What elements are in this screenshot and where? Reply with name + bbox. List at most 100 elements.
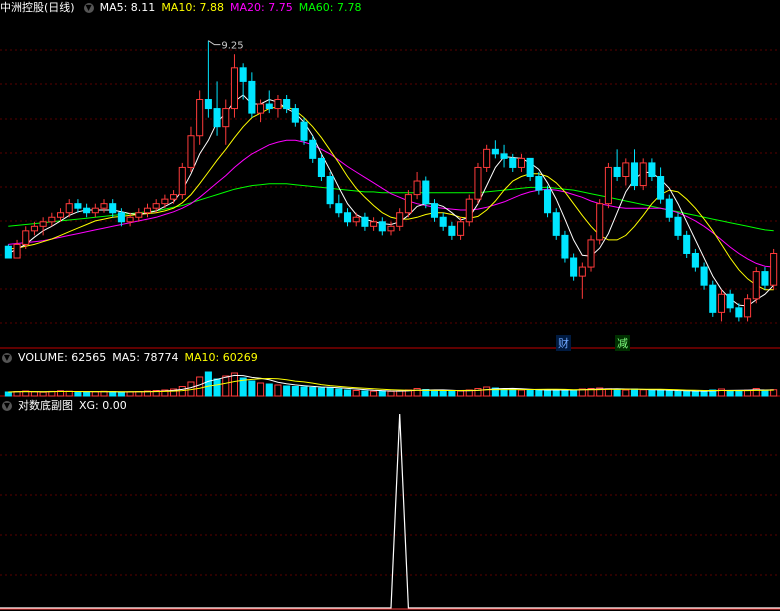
volume-bar [196, 376, 204, 397]
dropdown-icon[interactable]: ▼ [83, 3, 94, 13]
candle-body [422, 180, 430, 205]
volume-bar [265, 383, 273, 397]
volume-bar [126, 391, 134, 397]
volume-bar [613, 389, 621, 397]
candle-body [283, 99, 291, 110]
stock-title: 中洲控股(日线) [0, 1, 75, 14]
candle-body [465, 198, 473, 223]
volume-layer [4, 371, 778, 397]
candle-body [517, 157, 525, 168]
candle-body [596, 203, 604, 241]
candle-body [543, 189, 552, 214]
volume-bar [543, 389, 552, 397]
volume-bar [657, 390, 665, 397]
candle-body [691, 252, 699, 268]
volume-bar [300, 386, 308, 397]
candle-body [143, 207, 152, 214]
candle-body [665, 198, 673, 218]
candle-body [648, 162, 656, 178]
ma-lines [8, 94, 775, 307]
candle-body [630, 162, 639, 187]
grid-layer [0, 49, 780, 576]
candle-body [396, 212, 404, 227]
candle-body [457, 221, 465, 236]
ma60-label: MA60: 7.78 [298, 1, 362, 14]
reduction-marker[interactable]: 减 [615, 335, 630, 351]
volume-bar [74, 391, 82, 397]
candle-body [552, 212, 560, 236]
candle-body [500, 153, 508, 159]
candle-body [317, 157, 325, 177]
volume-bar [630, 388, 639, 397]
candle-body [170, 194, 178, 200]
finance-marker[interactable]: 财 [556, 335, 571, 351]
volume-bar [213, 378, 221, 397]
candle-body [761, 271, 769, 286]
volume-bar [483, 386, 491, 397]
candle-body [622, 162, 630, 178]
candle-body [204, 99, 212, 110]
indicator-legend: ▼ 对数底副图 XG: 0.00 [0, 398, 133, 414]
dropdown-icon[interactable]: ▼ [2, 353, 12, 363]
volume-bar [248, 380, 256, 397]
volume-bar [674, 390, 682, 397]
ma5-label: MA5: 8.11 [99, 1, 156, 14]
candle-body [4, 245, 12, 259]
volume-bar [726, 390, 734, 397]
volume-bar [735, 390, 743, 397]
candle-body [770, 252, 778, 286]
candle-body [309, 139, 317, 159]
candle-body [126, 216, 134, 223]
volume-bar [178, 386, 186, 397]
candle-body [639, 162, 647, 187]
candle-body [370, 221, 378, 227]
volume-bar [413, 388, 421, 397]
volume-bar [526, 389, 534, 397]
candle-body [239, 67, 247, 82]
candle-body [222, 108, 230, 128]
candle-body [13, 243, 21, 259]
candle-body [570, 257, 578, 277]
volume-bar [665, 390, 673, 397]
candle-body [196, 99, 204, 137]
volume-label: VOLUME: 62565 [18, 351, 107, 364]
volume-bar [761, 389, 769, 397]
candle-body [300, 121, 308, 141]
candle-body [152, 203, 160, 209]
volume-bar [343, 389, 352, 397]
volume-bar [509, 389, 517, 397]
candle-body [274, 99, 282, 110]
candle-body [448, 225, 456, 236]
volume-bar [317, 387, 325, 397]
volume-bar [361, 390, 369, 397]
vol-ma10-label: MA10: 60269 [184, 351, 258, 364]
volume-bar [691, 390, 699, 397]
volume-bar [535, 390, 543, 397]
volume-bar [622, 389, 630, 397]
xg-line [0, 413, 780, 609]
candle-body [587, 239, 595, 268]
vol-ma5-label: MA5: 78774 [112, 351, 179, 364]
candle-body [535, 176, 543, 191]
candle-body [74, 203, 82, 209]
volume-bar [517, 389, 525, 397]
volume-bar [430, 390, 439, 397]
candle-body [509, 157, 517, 168]
volume-bar [648, 389, 656, 397]
dropdown-icon[interactable]: ▼ [2, 401, 12, 411]
kline-chart[interactable]: 9.25 [0, 0, 780, 611]
candle-body [674, 216, 682, 236]
candle-body [430, 203, 439, 218]
candle-body [613, 166, 621, 177]
candle-body [561, 234, 569, 259]
candle-body [483, 148, 491, 168]
candle-body [752, 271, 760, 300]
ma10-label: MA10: 7.88 [161, 1, 225, 14]
volume-bar [683, 390, 691, 397]
candle-body [578, 266, 586, 277]
candle-body [439, 216, 447, 227]
annotation-layer: 9.25 [208, 40, 244, 52]
volume-bar [378, 390, 386, 397]
candle-body [135, 212, 143, 218]
candle-body [178, 166, 186, 196]
